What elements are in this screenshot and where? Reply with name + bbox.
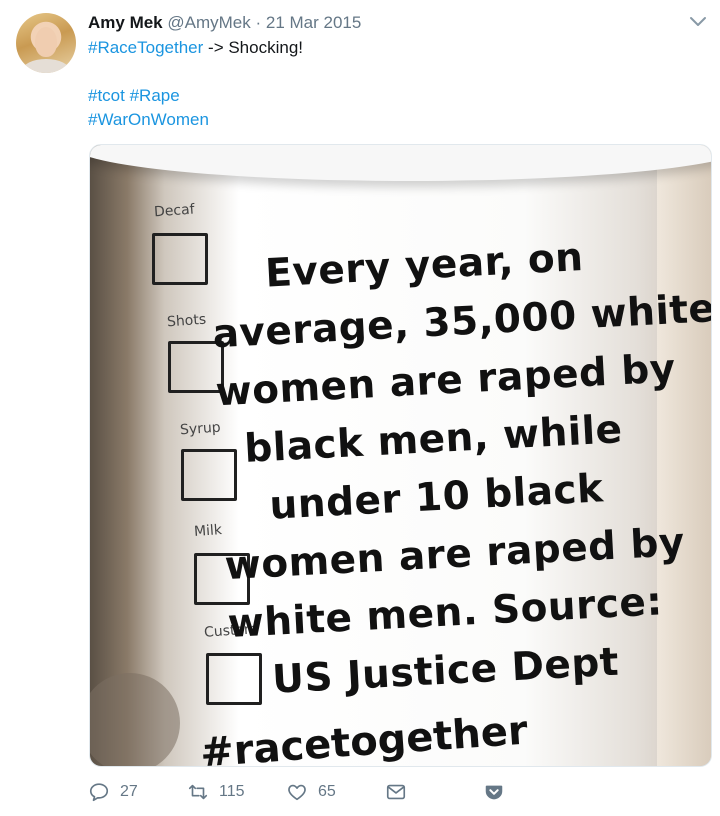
box-label-syrup: Syrup <box>179 419 222 439</box>
pocket-save-button[interactable] <box>483 778 515 806</box>
pocket-icon <box>485 785 503 800</box>
tweet-header: Amy Mek @AmyMek · 21 Mar 2015 <box>88 12 361 34</box>
tweet-text-line2: #tcot #Rape <box>88 84 180 108</box>
handwritten-hashtag: #racetogether <box>198 707 530 767</box>
tweet-photo[interactable]: Decaf Shots Syrup Milk Custom Every year… <box>89 144 712 767</box>
chevron-down-icon[interactable] <box>688 14 708 30</box>
tweet-date[interactable]: 21 Mar 2015 <box>266 13 361 32</box>
hashtag-waronwomen[interactable]: #WarOnWomen <box>88 110 209 129</box>
photo-background <box>657 145 711 766</box>
handwritten-message: Every year, on average, 35,000 white wom… <box>208 226 711 712</box>
tweet-text-shocking: -> Shocking! <box>203 38 304 57</box>
hashtag-tcot[interactable]: #tcot <box>88 86 125 105</box>
reply-icon <box>89 783 109 802</box>
retweet-button[interactable]: 115 <box>187 778 245 806</box>
cup-lid <box>90 145 711 181</box>
tweet-text-line1: #RaceTogether -> Shocking! <box>88 36 303 60</box>
user-handle[interactable]: @AmyMek <box>167 13 250 32</box>
separator-dot: · <box>255 13 262 32</box>
avatar-face <box>35 27 57 57</box>
avatar-shoulders <box>22 59 70 73</box>
user-name[interactable]: Amy Mek <box>88 13 163 32</box>
retweet-count: 115 <box>219 783 245 800</box>
box-label-decaf: Decaf <box>153 201 196 221</box>
direct-message-button[interactable] <box>385 778 417 806</box>
tweet: Amy Mek @AmyMek · 21 Mar 2015 #RaceToget… <box>0 0 720 816</box>
hashtag-racetogether[interactable]: #RaceTogether <box>88 38 203 57</box>
retweet-icon <box>188 784 208 800</box>
tweet-text-line3: #WarOnWomen <box>88 108 209 132</box>
like-count: 65 <box>318 783 336 800</box>
reply-count: 27 <box>120 783 138 800</box>
hashtag-rape[interactable]: #Rape <box>130 86 180 105</box>
starbucks-logo <box>90 673 180 766</box>
tweet-actions: 27 115 65 <box>88 778 708 806</box>
box-label-milk: Milk <box>193 522 223 540</box>
like-button[interactable]: 65 <box>286 778 336 806</box>
cup-checkbox-decaf <box>152 233 208 285</box>
envelope-icon <box>386 784 406 800</box>
avatar[interactable] <box>16 13 76 73</box>
box-label-shots: Shots <box>166 311 207 331</box>
heart-icon <box>288 784 306 801</box>
reply-button[interactable]: 27 <box>88 778 138 806</box>
